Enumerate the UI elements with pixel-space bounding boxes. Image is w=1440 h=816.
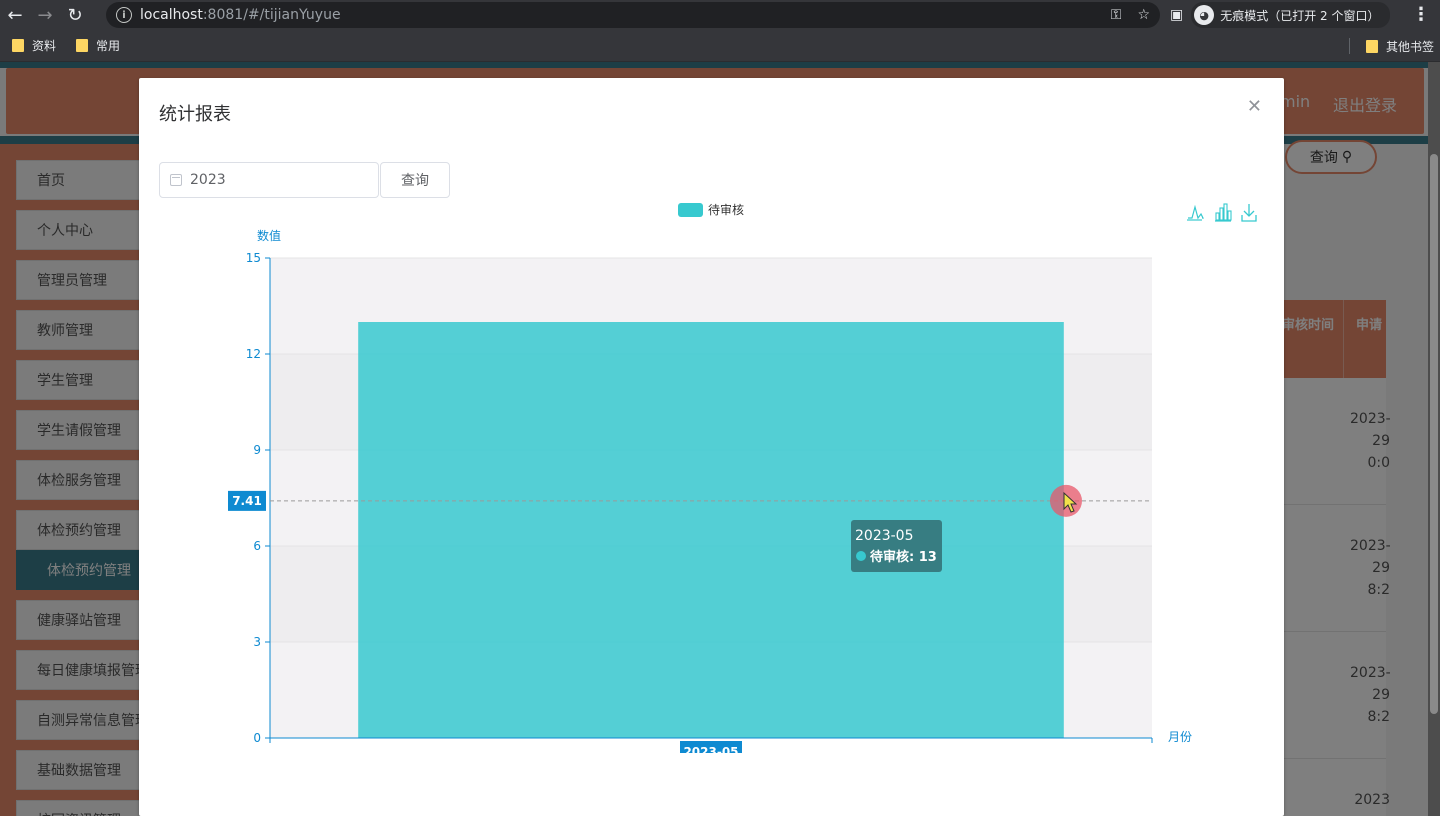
line-chart-icon[interactable] — [1187, 204, 1204, 221]
y-tick-label: 3 — [253, 635, 261, 649]
other-bookmarks[interactable]: 其他书签 — [1365, 30, 1434, 62]
tooltip-marker — [856, 551, 866, 561]
tooltip-title: 2023-05 — [855, 528, 914, 544]
star-icon[interactable]: ☆ — [1137, 7, 1150, 23]
forward-icon[interactable]: → — [30, 0, 60, 30]
y-tick-label: 15 — [246, 251, 261, 265]
address-bar[interactable]: i localhost:8081/#/tijianYuyue ⚿ ☆ — [106, 2, 1160, 28]
bar[interactable] — [358, 322, 1064, 738]
x-axis-label: 月份 — [1168, 730, 1192, 744]
calendar-icon — [170, 174, 182, 186]
incognito-indicator[interactable]: ◕ 无痕模式（已打开 2 个窗口） — [1191, 2, 1390, 28]
y-tick-label: 9 — [253, 443, 261, 457]
y-tick-label: 12 — [246, 347, 261, 361]
y-tick-label: 0 — [253, 731, 261, 745]
chart-toolbox — [1187, 203, 1257, 222]
y-axis-label: 数值 — [257, 228, 281, 243]
url-host: localhost — [140, 7, 203, 23]
dialog-title: 统计报表 — [159, 104, 231, 125]
bar-chart-icon-bar — [1223, 203, 1228, 221]
bar-chart-icon-bar — [1227, 210, 1232, 221]
bar-chart-icon-bar — [1215, 212, 1220, 221]
tooltip-layer: 2023-05 待审核: 13 — [851, 520, 942, 572]
browser-toolbar: ← → ↻ i localhost:8081/#/tijianYuyue ⚿ ☆… — [0, 0, 1440, 30]
bookmarks-bar: 资料 常用 其他书签 — [0, 30, 1440, 62]
bar-chart-icon-bar — [1219, 207, 1224, 221]
bar-chart: 0 3 6 9 12 15 数值月份 待审核 7.41 2023-05 2023-05 待审核:… — [228, 202, 1257, 753]
scrollbar-thumb[interactable] — [1430, 154, 1438, 714]
incognito-icon: ◕ — [1194, 5, 1215, 25]
incognito-label: 无痕模式（已打开 2 个窗口） — [1220, 8, 1380, 23]
bookmark-folder[interactable]: 资料 — [12, 37, 56, 54]
download-icon[interactable] — [1241, 204, 1257, 222]
sidepanel-icon[interactable]: ▣ — [1170, 7, 1183, 23]
year-value: 2023 — [190, 172, 226, 188]
folder-icon — [12, 39, 24, 52]
legend-label[interactable]: 待审核 — [708, 202, 744, 217]
legend-layer[interactable]: 待审核 — [678, 202, 744, 217]
stats-dialog: 统计报表 ✕ 2023 查询 0 3 6 9 12 15 数值 月份 待审核 7.41 2023… — [139, 78, 1284, 816]
bookmark-label: 其他书签 — [1385, 39, 1434, 54]
bookmark-separator — [1349, 38, 1350, 54]
close-icon[interactable]: ✕ — [1247, 96, 1262, 117]
bar-chart-icon[interactable] — [1215, 203, 1232, 222]
key-icon[interactable]: ⚿ — [1111, 7, 1122, 23]
legend-swatch[interactable] — [678, 203, 703, 217]
folder-icon — [1365, 39, 1378, 53]
line-chart-icon-path — [1188, 204, 1204, 220]
reload-icon[interactable]: ↻ — [60, 0, 90, 30]
menu-icon[interactable]: ⋮ — [1412, 4, 1430, 25]
axis-pointer-category: 2023-05 — [683, 745, 738, 753]
page-scrollbar[interactable] — [1428, 62, 1440, 816]
bookmark-label: 资料 — [32, 39, 57, 53]
tooltip-value: 待审核: 13 — [869, 549, 937, 565]
bookmark-folder[interactable]: 常用 — [76, 37, 120, 54]
info-icon[interactable]: i — [116, 7, 132, 23]
bar-layer[interactable] — [358, 322, 1064, 738]
axis-pointer-value: 7.41 — [232, 494, 262, 508]
y-tick-label: 6 — [253, 539, 261, 553]
folder-icon — [76, 39, 89, 52]
url-path: :8081/#/tijianYuyue — [202, 7, 341, 23]
bookmark-label: 常用 — [96, 39, 121, 53]
back-icon[interactable]: ← — [0, 0, 30, 30]
